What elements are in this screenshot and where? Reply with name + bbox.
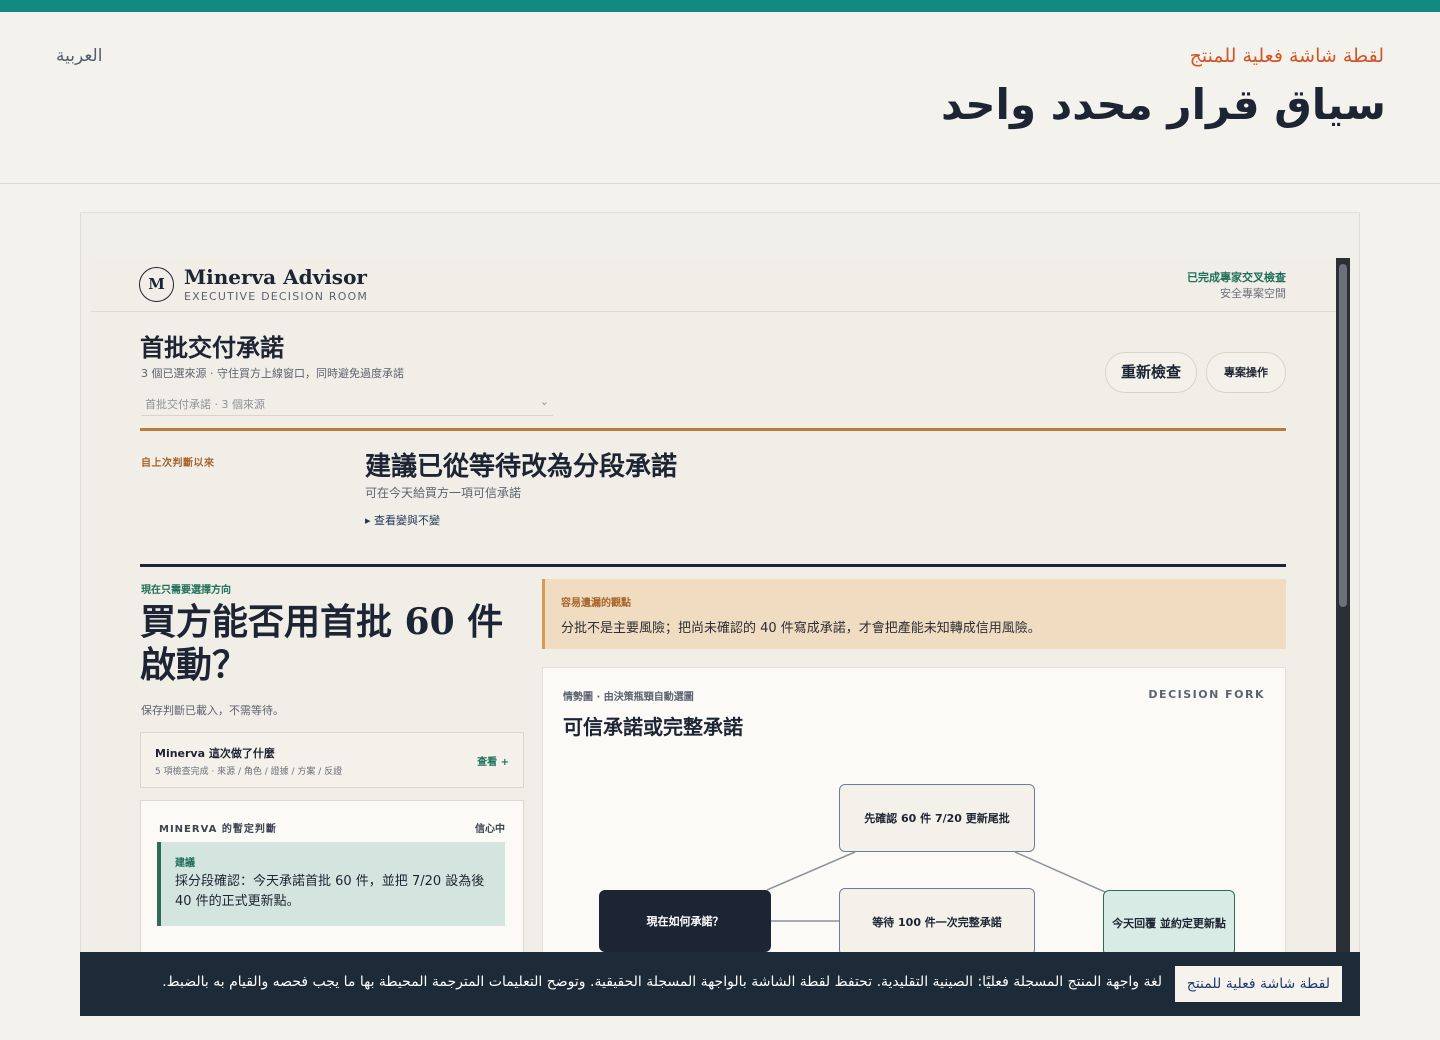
source-select-value: 首批交付承諾 · 3 個來源 — [145, 398, 265, 411]
screenshot-badge: لقطة شاشة فعلية للمنتج — [1174, 966, 1342, 1002]
chevron-down-icon: ⌄ — [539, 395, 549, 408]
saved-judgment-note: 保存判斷已載入，不需等待。 — [141, 704, 284, 717]
connector-root-top — [766, 851, 856, 891]
app-header-divider — [91, 311, 1336, 312]
project-actions-button[interactable]: 專案操作 — [1206, 352, 1286, 393]
language-switch-link[interactable]: العربية — [56, 46, 102, 66]
section-subtitle: 3 個已選來源 · 守住買方上線窗口，同時避免過度承諾 — [141, 367, 404, 380]
page-kicker: لقطة شاشة فعلية للمنتج — [1189, 45, 1384, 67]
fork-outcome-node[interactable]: 今天回覆 並約定更新點 — [1103, 890, 1235, 956]
overlooked-view-callout: 容易遺漏的觀點 分批不是主要風險；把尚未確認的 40 件寫成承諾，才會把產能未知… — [542, 579, 1286, 649]
disclaimer-banner: لقطة شاشة فعلية للمنتج لغة واجهة المنتج … — [80, 952, 1360, 1016]
since-last-label: 自上次判斷以來 — [141, 458, 215, 469]
header-divider — [0, 183, 1440, 184]
callout-label: 容易遺漏的觀點 — [561, 598, 631, 609]
section-title: 首批交付承諾 — [140, 333, 284, 362]
brand-name: Minerva Advisor — [184, 265, 367, 289]
fork-option-full[interactable]: 等待 100 件一次完整承諾 — [839, 888, 1035, 956]
section-rule — [140, 428, 1286, 431]
judgment-title: MINERVA 的暫定判斷 — [159, 824, 277, 835]
activity-card-subtitle: 5 項檢查完成 · 來源 / 角色 / 證據 / 方案 / 反證 — [155, 767, 343, 777]
decision-fork-card: 情勢圖 · 由決策瓶頸自動選圖 DECISION FORK 可信承諾或完整承諾 … — [542, 667, 1286, 978]
activity-view-button[interactable]: 查看 + — [477, 753, 509, 768]
disclaimer-text: لغة واجهة المنتج المسجلة فعليًا: الصينية… — [162, 974, 1162, 990]
recommendation-change-subtitle: 可在今天給買方一項可信承諾 — [365, 486, 522, 500]
scrollbar-thumb[interactable] — [1339, 264, 1347, 607]
connector-top-right — [1014, 851, 1106, 893]
content-rule — [140, 564, 1286, 567]
activity-card-title: Minerva 這次做了什麼 — [155, 747, 275, 760]
top-accent-bar — [0, 0, 1440, 12]
workspace-status: 安全專案空間 — [1220, 287, 1286, 300]
recommendation-text: 採分段確認：今天承諾首批 60 件，並把 7/20 設為後 40 件的正式更新點… — [175, 874, 485, 909]
confidence-badge: 信心中 — [475, 824, 505, 835]
direction-label: 現在只需要選擇方向 — [141, 585, 231, 596]
minerva-activity-card[interactable]: Minerva 這次做了什麼 5 項檢查完成 · 來源 / 角色 / 證據 / … — [140, 732, 524, 788]
recommendation-change-title: 建議已從等待改為分段承諾 — [365, 452, 678, 482]
recommendation-label: 建議 — [175, 858, 195, 869]
brand-subtitle: EXECUTIVE DECISION ROOM — [184, 290, 369, 303]
source-select[interactable]: 首批交付承諾 · 3 個來源 ⌄ — [141, 390, 553, 416]
page-title: سياق قرار محدد واحد — [941, 80, 1386, 129]
fork-option-staged[interactable]: 先確認 60 件 7/20 更新尾批 — [839, 784, 1035, 852]
view-changes-link[interactable]: ▸ 查看變與不變 — [365, 512, 440, 528]
screenshot-frame: M Minerva Advisor EXECUTIVE DECISION ROO… — [80, 212, 1360, 1016]
recheck-button[interactable]: 重新檢查 — [1105, 352, 1197, 393]
callout-text: 分批不是主要風險；把尚未確認的 40 件寫成承諾，才會把產能未知轉成信用風險。 — [561, 621, 1041, 636]
recommendation-box: 建議 採分段確認：今天承諾首批 60 件，並把 7/20 設為後 40 件的正式… — [157, 842, 505, 926]
decision-question: 買方能否用首批 60 件啟動？ — [140, 601, 504, 686]
brand-logo-icon: M — [139, 267, 174, 302]
app-window: M Minerva Advisor EXECUTIVE DECISION ROO… — [91, 258, 1336, 978]
fork-root-node[interactable]: 現在如何承諾？ — [599, 890, 771, 952]
scrollbar[interactable] — [1336, 258, 1350, 978]
verification-status: 已完成專家交叉檢查 — [1187, 271, 1286, 284]
